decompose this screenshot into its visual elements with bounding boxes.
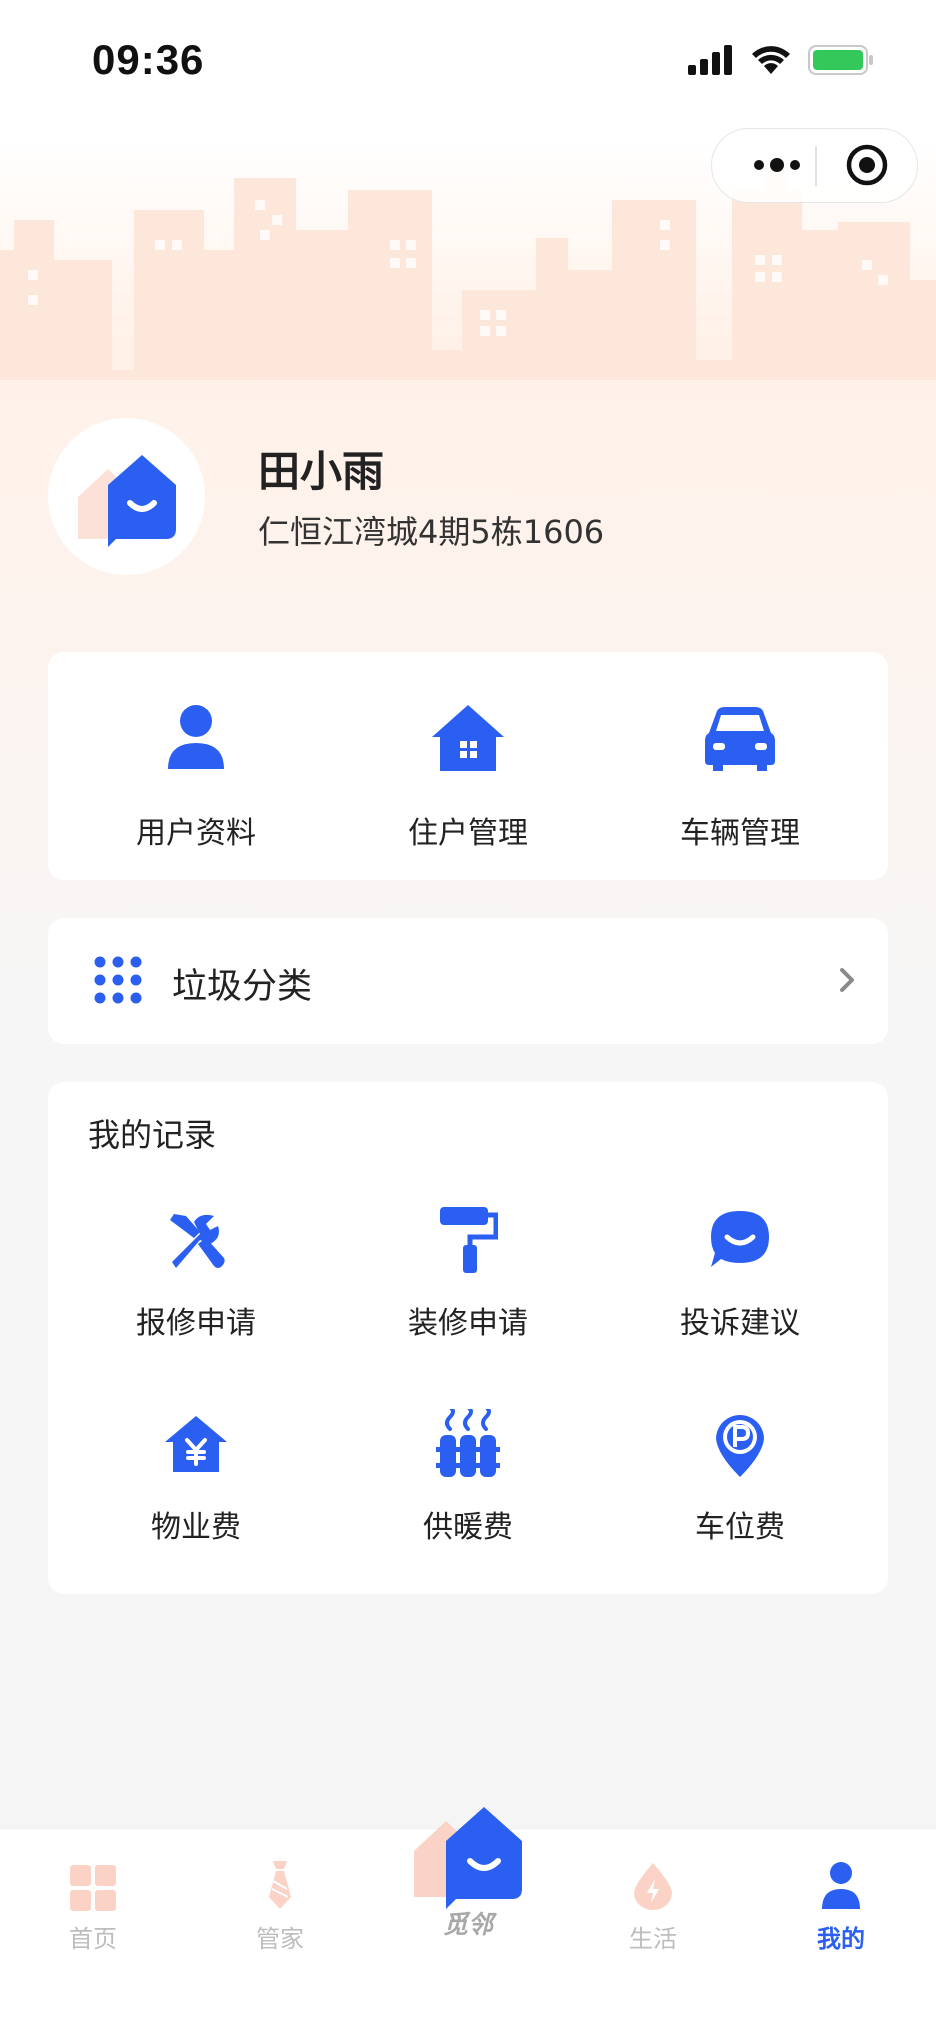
quick-actions-card: 用户资料 住户管理 车辆管理: [48, 652, 888, 880]
tab-life-label: 生活: [629, 1925, 677, 1953]
repair-request-label: 报修申请: [136, 1306, 256, 1341]
mini-program-capsule: [711, 128, 918, 203]
vehicle-management-button[interactable]: 车辆管理: [640, 698, 840, 852]
status-icons: [688, 44, 874, 76]
property-fee-button[interactable]: 物业费: [96, 1404, 296, 1546]
grid-dots-icon: [94, 956, 142, 1004]
paint-roller-icon: [440, 1207, 498, 1273]
target-icon: [846, 144, 888, 186]
tab-butler[interactable]: 管家: [205, 1849, 355, 1954]
user-name: 田小雨: [258, 447, 385, 496]
house-icon: [432, 705, 504, 771]
tools-icon: [170, 1214, 225, 1268]
status-bar: 09:36: [0, 0, 936, 110]
my-records-card: 我的记录 报修申请 装修申请 投诉建议 物业费 供暖费 车位费: [48, 1082, 888, 1594]
user-icon: [168, 705, 224, 769]
parking-fee-label: 车位费: [695, 1510, 785, 1545]
user-profile-button[interactable]: 用户资料: [96, 698, 296, 852]
complaint-suggestion-label: 投诉建议: [680, 1306, 800, 1341]
tab-mine[interactable]: 我的: [766, 1849, 916, 1954]
house-yen-icon: [165, 1416, 227, 1472]
home-grid-icon: [70, 1865, 116, 1911]
bottom-tab-bar: 首页 管家 觅邻 生活 我的: [0, 1807, 936, 2025]
user-profile-label: 用户资料: [136, 816, 256, 851]
resident-management-button[interactable]: 住户管理: [368, 698, 568, 852]
tab-mine-label: 我的: [817, 1925, 865, 1953]
status-time: 09:36: [92, 36, 205, 83]
drop-bolt-icon: [634, 1863, 672, 1910]
parking-fee-button[interactable]: 车位费: [640, 1404, 840, 1546]
capsule-divider: [815, 146, 817, 186]
more-button[interactable]: [740, 129, 814, 201]
tab-center-logo[interactable]: [412, 1801, 532, 1911]
user-icon: [822, 1862, 860, 1909]
more-dots-icon: [754, 158, 800, 172]
brand-logo-icon: [414, 1807, 522, 1909]
tab-home-label: 首页: [69, 1925, 117, 1953]
property-fee-label: 物业费: [151, 1510, 241, 1545]
chevron-right-icon: [840, 968, 854, 992]
renovation-request-label: 装修申请: [408, 1306, 528, 1341]
records-title: 我的记录: [88, 1116, 217, 1154]
wifi-icon: [752, 46, 790, 74]
tab-home[interactable]: 首页: [18, 1849, 168, 1954]
parking-pin-icon: [716, 1415, 764, 1477]
radiator-icon: [436, 1409, 500, 1477]
user-address: 仁恒江湾城4期5栋1606: [258, 513, 605, 551]
tab-life[interactable]: 生活: [578, 1849, 728, 1954]
resident-management-label: 住户管理: [408, 816, 528, 851]
tab-center-label: 觅邻: [442, 1910, 493, 1939]
heating-fee-button[interactable]: 供暖费: [368, 1404, 568, 1546]
signal-icon: [688, 45, 732, 75]
car-icon: [705, 707, 775, 771]
complaint-suggestion-button[interactable]: 投诉建议: [640, 1200, 840, 1342]
tab-butler-label: 管家: [256, 1925, 304, 1953]
repair-request-button[interactable]: 报修申请: [96, 1200, 296, 1342]
battery-icon: [808, 45, 873, 75]
vehicle-management-label: 车辆管理: [680, 816, 800, 851]
heating-fee-label: 供暖费: [423, 1510, 513, 1545]
avatar[interactable]: [48, 418, 205, 575]
close-mini-program-button[interactable]: [830, 129, 904, 201]
brand-logo-icon: [77, 454, 176, 547]
tie-icon: [269, 1861, 291, 1909]
renovation-request-button[interactable]: 装修申请: [368, 1200, 568, 1342]
chat-bubble-icon: [711, 1211, 769, 1267]
garbage-classification-row[interactable]: 垃圾分类: [48, 918, 888, 1044]
garbage-classification-label: 垃圾分类: [172, 967, 313, 1007]
